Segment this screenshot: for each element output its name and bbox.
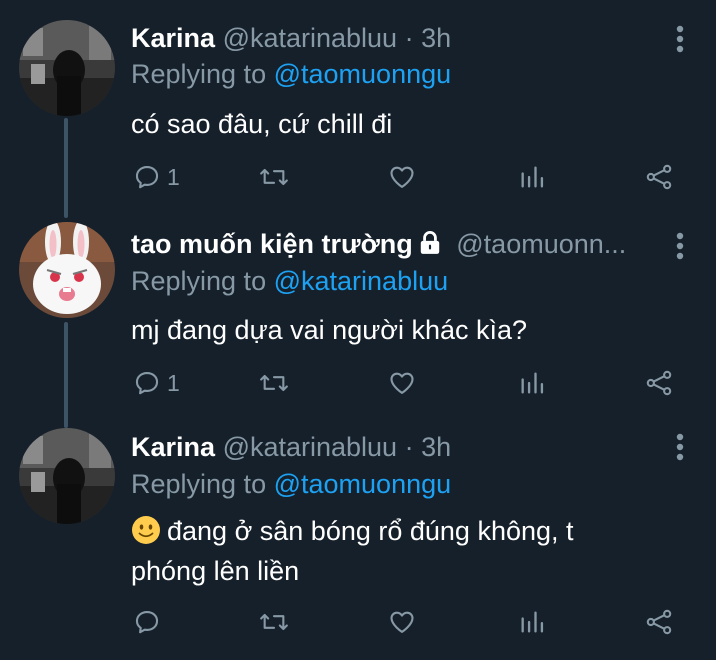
reply-icon xyxy=(135,166,159,189)
avatar[interactable] xyxy=(19,222,115,318)
retweet-icon xyxy=(260,374,288,392)
replying-to-label: Replying to xyxy=(131,59,267,89)
analytics-icon xyxy=(521,611,544,633)
user-handle[interactable]: @katarinabluu xyxy=(223,23,398,53)
analytics-icon xyxy=(521,166,544,188)
analytics-button[interactable] xyxy=(518,602,546,642)
more-options-button[interactable] xyxy=(670,432,690,462)
tweet-thread: Karina @katarinabluu · 3h Replying to @t… xyxy=(0,0,716,660)
replying-to-label: Replying to xyxy=(131,469,267,499)
share-button[interactable] xyxy=(644,157,674,197)
mention-link[interactable]: @taomuonngu xyxy=(274,469,452,499)
reply-icon xyxy=(135,372,159,395)
user-handle[interactable]: @taomuonn... xyxy=(456,229,626,259)
heart-icon xyxy=(390,166,414,188)
more-vertical-icon xyxy=(676,25,684,53)
tweet-text: có sao đâu, cứ chill đi xyxy=(131,109,393,139)
more-vertical-icon xyxy=(676,232,684,260)
reply-button[interactable]: 1 xyxy=(133,157,180,197)
reply-count: 1 xyxy=(167,163,180,190)
tweet-actions xyxy=(0,602,716,642)
tweet-text: mj đang dựa vai người khác kìa? xyxy=(131,315,528,345)
avatar[interactable] xyxy=(19,428,115,524)
tweet[interactable]: Karina @katarinabluu · 3h Replying to @t… xyxy=(0,415,716,660)
share-icon xyxy=(646,609,672,635)
more-options-button[interactable] xyxy=(670,24,690,54)
more-vertical-icon xyxy=(676,433,684,461)
retweet-button[interactable] xyxy=(258,157,290,197)
tweet[interactable]: tao muốn kiện trường @taomuonn... Replyi… xyxy=(0,210,716,415)
display-name[interactable]: Karina xyxy=(131,432,215,462)
heart-icon xyxy=(390,372,414,394)
tweet-actions: 1 xyxy=(0,157,716,197)
heart-icon xyxy=(390,611,414,633)
like-button[interactable] xyxy=(388,157,416,197)
reply-count: 1 xyxy=(167,369,180,396)
lock-icon xyxy=(417,229,443,262)
reply-icon xyxy=(135,611,159,634)
slightly-smiling-face-emoji xyxy=(131,515,161,545)
tweet-text: đang ở sân bóng rổ đúng không, t phóng l… xyxy=(131,511,671,591)
retweet-icon xyxy=(260,613,288,631)
retweet-button[interactable] xyxy=(258,363,290,403)
display-name[interactable]: Karina xyxy=(131,23,215,53)
retweet-icon xyxy=(260,168,288,186)
tweet-header: tao muốn kiện trường @taomuonn... xyxy=(131,226,646,262)
tweet-header: Karina @katarinabluu · 3h xyxy=(131,20,646,56)
analytics-icon xyxy=(521,372,544,394)
tweet[interactable]: Karina @katarinabluu · 3h Replying to @t… xyxy=(0,0,716,210)
share-button[interactable] xyxy=(644,602,674,642)
tweet-actions: 1 xyxy=(0,363,716,403)
avatar[interactable] xyxy=(19,20,115,116)
replying-to: Replying to @taomuonngu xyxy=(131,57,451,91)
user-handle[interactable]: @katarinabluu xyxy=(223,432,398,462)
replying-to-label: Replying to xyxy=(131,266,267,296)
share-icon xyxy=(646,370,672,396)
timestamp[interactable]: · 3h xyxy=(405,23,452,53)
display-name[interactable]: tao muốn kiện trường xyxy=(131,229,413,259)
tweet-text-line: đang ở sân bóng rổ đúng không, t xyxy=(131,511,671,551)
mention-link[interactable]: @katarinabluu xyxy=(274,266,449,296)
analytics-button[interactable] xyxy=(518,157,546,197)
more-options-button[interactable] xyxy=(670,231,690,261)
tweet-header: Karina @katarinabluu · 3h xyxy=(131,429,646,465)
tweet-text-line: phóng lên liền xyxy=(131,556,300,586)
share-icon xyxy=(646,164,672,190)
replying-to: Replying to @katarinabluu xyxy=(131,264,448,298)
like-button[interactable] xyxy=(388,602,416,642)
mention-link[interactable]: @taomuonngu xyxy=(274,59,452,89)
reply-button[interactable]: 1 xyxy=(133,363,180,403)
replying-to: Replying to @taomuonngu xyxy=(131,467,451,501)
analytics-button[interactable] xyxy=(518,363,546,403)
share-button[interactable] xyxy=(644,363,674,403)
like-button[interactable] xyxy=(388,363,416,403)
reply-button[interactable] xyxy=(133,602,167,642)
retweet-button[interactable] xyxy=(258,602,290,642)
timestamp[interactable]: · 3h xyxy=(405,432,452,462)
